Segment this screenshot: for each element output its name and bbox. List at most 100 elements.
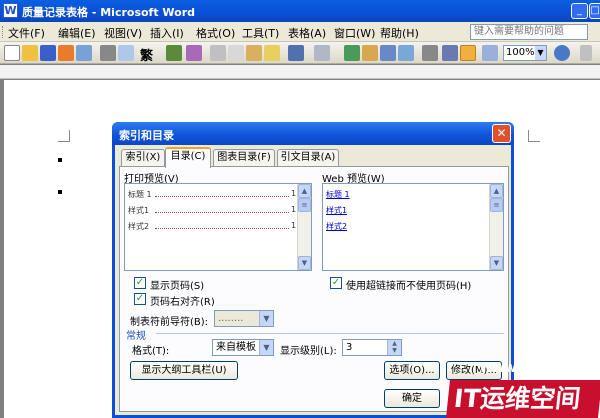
insert-excel-icon[interactable] — [398, 45, 414, 61]
spinner-arrows-icon[interactable]: ▲ ▼ — [387, 340, 401, 355]
print-icon[interactable] — [100, 45, 116, 61]
scroll-up-icon[interactable]: ▲ — [490, 184, 503, 198]
dialog-title-bar[interactable]: 索引和目录 ✕ — [112, 122, 514, 145]
show-outline-toolbar-button[interactable]: 显示大纲工具栏(U) — [130, 361, 238, 380]
show-page-numbers-checkbox[interactable]: ✓ — [134, 277, 146, 289]
toc-tab-panel: 打印预览(V) 标题 1 1 样式1 1 样式2 1 ▲ ≡ ▼ Web 预览(… — [119, 166, 509, 412]
dialog-title: 索引和目录 — [119, 129, 174, 142]
drawing-icon[interactable] — [442, 45, 458, 61]
bullet-point — [58, 158, 62, 162]
print-preview-icon[interactable] — [118, 45, 134, 61]
toolbar-options-icon[interactable] — [580, 45, 592, 61]
formats-select[interactable]: 来自模板 ▼ — [212, 339, 274, 356]
cut-icon[interactable] — [210, 45, 226, 61]
menu-insert[interactable]: 插入(I) — [150, 25, 184, 41]
print-preview-box: 标题 1 1 样式1 1 样式2 1 ▲ ≡ ▼ — [124, 183, 312, 271]
copy-icon[interactable] — [228, 45, 244, 61]
web-preview-scrollbar[interactable]: ▲ ≡ ▼ — [489, 184, 503, 270]
close-icon[interactable]: ✕ — [492, 124, 511, 143]
word-app-icon[interactable]: W — [3, 3, 18, 18]
columns-icon[interactable] — [422, 45, 438, 61]
undo-icon[interactable] — [288, 45, 304, 61]
save-icon[interactable] — [40, 45, 56, 61]
scroll-down-icon[interactable]: ▼ — [490, 256, 503, 270]
tab-leader-dots — [155, 212, 289, 213]
zoom-value: 100% — [506, 47, 535, 58]
document-map-icon[interactable] — [460, 45, 476, 61]
chevron-down-icon[interactable]: ▼ — [535, 46, 546, 60]
use-hyperlinks-label[interactable]: 使用超链接而不使用页码(H) — [346, 277, 471, 292]
tab-table-of-figures[interactable]: 图表目录(F) — [213, 149, 275, 167]
use-hyperlinks-checkbox[interactable]: ✓ — [330, 277, 342, 289]
group-divider — [156, 333, 504, 334]
formats-label: 格式(T): — [132, 346, 170, 357]
new-document-icon[interactable] — [4, 45, 20, 61]
index-and-tables-dialog: 索引和目录 ✕ 索引(X) 目录(C) 图表目录(F) 引文目录(A) 打印预览… — [112, 122, 514, 418]
menu-window[interactable]: 窗口(W) — [334, 25, 375, 41]
window-title: 质量记录表格 - Microsoft Word — [22, 6, 196, 19]
maximize-icon[interactable]: □ — [589, 3, 600, 19]
right-align-label[interactable]: 页码右对齐(R) — [150, 293, 215, 308]
chevron-down-icon[interactable]: ▼ — [259, 340, 273, 355]
email-icon[interactable] — [76, 45, 92, 61]
watermark-url: WWW.94IP.COM — [480, 362, 578, 375]
menu-file[interactable]: 文件(F) — [8, 25, 45, 41]
preview-line-text: 样式2 — [128, 222, 150, 231]
tab-leader-label: 制表符前导符(B): — [130, 317, 209, 328]
paste-icon[interactable] — [246, 45, 262, 61]
show-page-numbers-label[interactable]: 显示页码(S) — [150, 277, 204, 292]
tab-table-of-authorities[interactable]: 引文目录(A) — [277, 149, 339, 167]
show-levels-spinner[interactable]: 3 ▲ ▼ — [342, 339, 402, 356]
web-preview-box: 标题 1 样式1 样式2 ▲ ≡ ▼ — [322, 183, 504, 271]
help-search-input[interactable]: 键入需要帮助的问题 — [470, 24, 588, 40]
minimize-icon[interactable]: _ — [571, 3, 588, 19]
tab-index[interactable]: 索引(X) — [121, 149, 165, 167]
web-preview-link[interactable]: 样式2 — [326, 221, 347, 232]
tab-leader-value: ........ — [218, 313, 244, 324]
preview-page-number: 1 — [291, 189, 297, 198]
crop-mark-top-right — [528, 130, 540, 142]
menu-tools[interactable]: 工具(T) — [242, 25, 279, 41]
permission-icon[interactable] — [58, 45, 74, 61]
help-icon[interactable] — [554, 45, 570, 61]
traditional-chinese-icon[interactable]: 繁 — [140, 45, 153, 64]
menu-bar: 文件(F) 编辑(E) 视图(V) 插入(I) 格式(O) 工具(T) 表格(A… — [0, 22, 600, 42]
redo-icon[interactable] — [314, 45, 330, 61]
zoom-select[interactable]: 100% ▼ — [503, 45, 547, 61]
general-group-heading: 常规 — [126, 331, 146, 342]
web-preview-link[interactable]: 标题 1 — [326, 189, 350, 200]
bullet-point — [58, 190, 62, 194]
preview-line-text: 标题 1 — [128, 190, 152, 199]
scroll-thumb[interactable]: ≡ — [490, 198, 503, 212]
menu-help[interactable]: 帮助(H) — [380, 25, 419, 41]
standard-toolbar: 繁 100% ▼ — [0, 42, 600, 64]
menu-format[interactable]: 格式(O) — [196, 25, 235, 41]
menu-table[interactable]: 表格(A) — [288, 25, 326, 41]
hyperlink-icon[interactable] — [344, 45, 360, 61]
insert-table-icon[interactable] — [380, 45, 396, 61]
menu-grip-icon — [2, 26, 5, 38]
options-button[interactable]: 选项(O)... — [384, 361, 440, 380]
right-align-checkbox[interactable]: ✓ — [134, 293, 146, 305]
ok-button[interactable]: 确定 — [384, 389, 440, 408]
open-folder-icon[interactable] — [22, 45, 38, 61]
chevron-down-icon[interactable]: ▼ — [259, 311, 273, 326]
research-icon[interactable] — [186, 45, 202, 61]
scroll-down-icon[interactable]: ▼ — [298, 256, 311, 270]
tables-borders-icon[interactable] — [362, 45, 378, 61]
preview-page-number: 1 — [291, 221, 297, 230]
scroll-up-icon[interactable]: ▲ — [298, 184, 311, 198]
watermark-brand: IT运维空间 — [446, 380, 600, 418]
tab-leader-dots — [155, 196, 289, 197]
format-painter-icon[interactable] — [264, 45, 280, 61]
tab-leader-select[interactable]: ........ ▼ — [214, 310, 274, 327]
web-preview-link[interactable]: 样式1 — [326, 205, 347, 216]
spelling-icon[interactable] — [166, 45, 182, 61]
menu-edit[interactable]: 编辑(E) — [58, 25, 96, 41]
print-preview-scrollbar[interactable]: ▲ ≡ ▼ — [297, 184, 311, 270]
show-hide-icon[interactable] — [482, 45, 498, 61]
scroll-thumb[interactable]: ≡ — [298, 198, 311, 212]
ruler — [0, 65, 600, 79]
tab-toc[interactable]: 目录(C) — [165, 147, 211, 168]
menu-view[interactable]: 视图(V) — [104, 25, 142, 41]
